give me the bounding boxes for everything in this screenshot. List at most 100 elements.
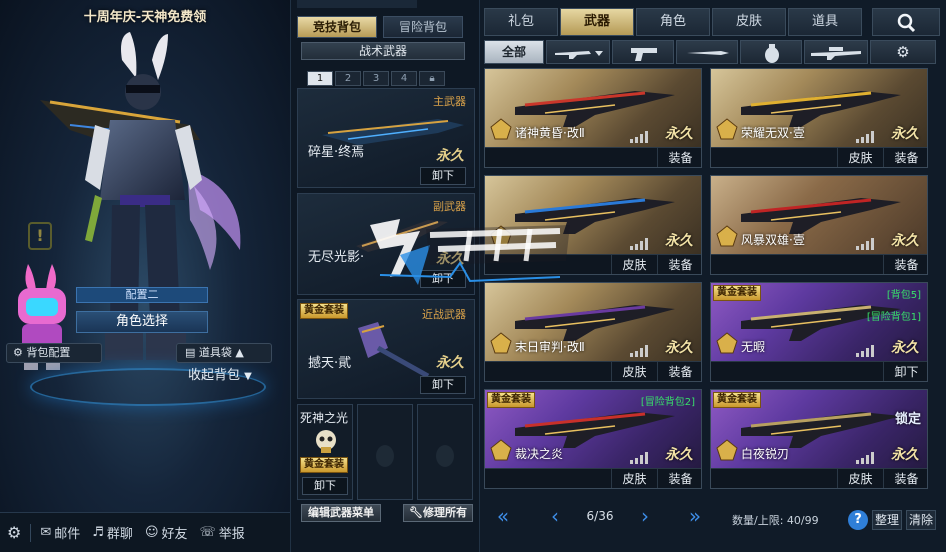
tab-weapons[interactable]: 武器	[560, 8, 634, 36]
search-icon	[897, 13, 916, 33]
gear-icon: ⚙	[7, 523, 22, 542]
slot-tab-4[interactable]: 4	[391, 71, 417, 86]
filter-grenade[interactable]	[740, 40, 802, 64]
inventory-card[interactable]: 黄金套装 [冒险背包2] 裁决之炎 永久 皮肤 装备	[484, 389, 702, 489]
inventory-card[interactable]: 荣耀无双·壹 永久 皮肤 装备	[710, 68, 928, 168]
inventory-card[interactable]: 永久 皮肤 装备	[484, 175, 702, 275]
empty-slot[interactable]	[417, 404, 473, 500]
filter-rifle[interactable]	[546, 40, 610, 64]
rank-emblem-icon	[489, 331, 513, 355]
report-label: 举报	[218, 527, 245, 542]
clear-button[interactable]: 清除	[906, 510, 936, 530]
card-action-button[interactable]: 卸下	[883, 362, 927, 381]
slot-tab-1[interactable]: 1	[307, 71, 333, 86]
unequip-button[interactable]: 卸下	[302, 477, 348, 495]
bag-config-button[interactable]: ⚙ 背包配置	[6, 343, 102, 363]
permanent-label: 永久	[665, 447, 693, 463]
filter-all[interactable]: 全部	[484, 40, 544, 64]
inventory-card[interactable]: 黄金套装 锁定 白夜锐刃 永久 皮肤 装备	[710, 389, 928, 489]
loadout-slot-tabs: 1 2 3 4 🔒︎	[307, 71, 445, 86]
card-action-button[interactable]: 装备	[883, 469, 927, 488]
item-name: 白夜锐刃	[741, 447, 790, 461]
edit-weapon-menu-button[interactable]: 编辑武器菜单	[301, 504, 381, 522]
card-action-button[interactable]: 装备	[657, 469, 701, 488]
card-action-button[interactable]: 皮肤	[611, 255, 657, 274]
empty-slot[interactable]	[357, 404, 413, 500]
mail-button[interactable]: ✉ 邮件	[37, 521, 83, 545]
bag-location-tag: [冒险背包2]	[640, 397, 695, 408]
filter-sniper[interactable]	[804, 40, 868, 64]
card-action-button[interactable]: 装备	[657, 255, 701, 274]
promo-title[interactable]: 十周年庆-天神免费领	[60, 6, 230, 28]
unequip-button[interactable]: 卸下	[420, 167, 466, 185]
inventory-card[interactable]: 黄金套装 [背包5] [冒险背包1] 无暇 永久 卸下	[710, 282, 928, 382]
knife-icon	[687, 51, 729, 55]
report-button[interactable]: ☏ 举报	[197, 521, 248, 545]
role-select-button[interactable]: 角色选择	[76, 311, 208, 333]
settings-button[interactable]: ⚙	[4, 521, 24, 545]
tab-adventure-bag[interactable]: 冒险背包	[383, 16, 463, 38]
unequip-button[interactable]: 卸下	[420, 270, 466, 288]
card-action-button[interactable]: 装备	[657, 148, 701, 167]
inventory-card[interactable]: 末日审判·改Ⅱ 永久 皮肤 装备	[484, 282, 702, 382]
melee-weapon-slot[interactable]: 黄金套装 近战武器 撼天·貮 永久 卸下	[297, 299, 475, 399]
tactical-weapons-header[interactable]: 战术武器	[301, 42, 465, 60]
divider	[30, 523, 32, 542]
config-name[interactable]: 配置二	[76, 287, 208, 303]
inventory-card[interactable]: 诸神黄昏·改Ⅱ 永久 装备	[484, 68, 702, 168]
group-chat-button[interactable]: ♬ 群聊	[89, 521, 136, 545]
rank-emblem-icon	[715, 224, 739, 248]
gold-set-badge: 黄金套装	[487, 392, 535, 408]
prev-page-icon[interactable]: ‹	[540, 504, 570, 528]
grenade-icon	[765, 44, 779, 63]
weapon-name: 碎星·终焉	[308, 145, 365, 160]
tab-items[interactable]: 道具	[788, 8, 862, 36]
special-item-slot[interactable]: 死神之光 黄金套装 卸下	[297, 404, 353, 500]
inventory-card[interactable]: 风暴双雄·壹 永久 装备	[710, 175, 928, 275]
last-page-icon[interactable]: »	[680, 504, 710, 528]
secondary-weapon-slot[interactable]: 副武器 无尽光影· 永久 卸下	[297, 193, 475, 295]
slot-tab-2[interactable]: 2	[335, 71, 361, 86]
card-action-button[interactable]: 装备	[883, 148, 927, 167]
item-name: 风暴双雄·壹	[741, 233, 805, 247]
friends-icon: ☺	[144, 525, 159, 540]
permanent-label: 永久	[891, 447, 919, 463]
lock-icon[interactable]: 🔒︎	[419, 71, 445, 86]
tab-skins[interactable]: 皮肤	[712, 8, 786, 36]
durability-icon	[855, 238, 877, 250]
sort-button[interactable]: 整理	[872, 510, 902, 530]
card-actions: 皮肤 装备	[711, 147, 927, 167]
friends-button[interactable]: ☺ 好友	[142, 521, 191, 545]
collapse-bag-button[interactable]: 收起背包 ▼	[188, 366, 278, 386]
card-actions: 装备	[485, 147, 701, 167]
tab-competitive-bag[interactable]: 竞技背包	[297, 16, 377, 38]
filter-settings[interactable]: ⚙	[870, 40, 936, 64]
search-button[interactable]	[872, 8, 940, 36]
bag-location-tag: [冒险背包1]	[866, 312, 921, 323]
tab-gift-pack[interactable]: 礼包	[484, 8, 558, 36]
filter-pistol[interactable]	[612, 40, 674, 64]
permanent-label: 永久	[891, 340, 919, 356]
card-action-button[interactable]: 装备	[657, 362, 701, 381]
card-action-button[interactable]: 装备	[883, 255, 927, 274]
primary-weapon-slot[interactable]: 主武器 碎星·终焉 永久 卸下	[297, 88, 475, 188]
permanent-label: 永久	[665, 126, 693, 142]
card-action-button[interactable]: 皮肤	[837, 148, 883, 167]
first-page-icon[interactable]: «	[488, 504, 518, 528]
repair-all-button[interactable]: 🔧︎修理所有	[403, 504, 473, 522]
tab-characters[interactable]: 角色	[636, 8, 710, 36]
card-action-button[interactable]: 皮肤	[611, 469, 657, 488]
card-actions: 皮肤 装备	[485, 468, 701, 488]
repair-all-label: 修理所有	[422, 506, 467, 519]
alert-icon[interactable]: !	[28, 222, 52, 250]
group-chat-icon: ♬	[92, 525, 104, 540]
unequip-button[interactable]: 卸下	[420, 376, 466, 394]
prop-bag-button[interactable]: ▤ 道具袋 ▲	[176, 343, 272, 363]
card-action-button[interactable]: 皮肤	[837, 469, 883, 488]
help-icon[interactable]: ?	[848, 510, 868, 530]
next-page-icon[interactable]: ›	[630, 504, 660, 528]
slot-tab-3[interactable]: 3	[363, 71, 389, 86]
gold-set-badge: 黄金套装	[300, 457, 348, 473]
filter-melee[interactable]	[676, 40, 738, 64]
card-action-button[interactable]: 皮肤	[611, 362, 657, 381]
